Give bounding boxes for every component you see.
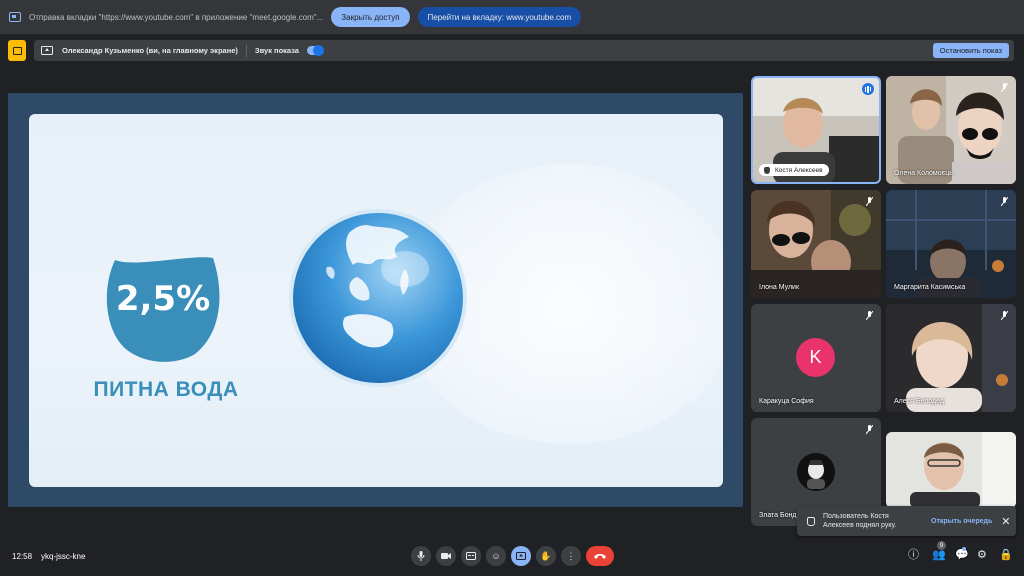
participant-tile[interactable]: Ілона Мулик (751, 190, 881, 298)
avatar (797, 453, 835, 491)
participant-tile[interactable]: Олена Коломоєць (886, 76, 1016, 184)
participant-video (886, 76, 1016, 184)
stop-presenting-button[interactable]: Остановить показ (932, 43, 1009, 58)
camera-button[interactable] (436, 546, 456, 566)
close-icon[interactable]: ✕ (1001, 515, 1010, 528)
participant-video (751, 190, 881, 298)
open-queue-link[interactable]: Открыть очередь (931, 518, 992, 525)
raised-hand-icon (764, 167, 770, 174)
raised-hand-icon (807, 516, 815, 526)
mic-off-icon (866, 197, 873, 206)
divider (245, 44, 247, 57)
mic-off-icon (1001, 197, 1008, 206)
slide-caption: ПИТНА ВОДА (93, 378, 239, 401)
participant-tile[interactable] (886, 432, 1016, 508)
chat-icon[interactable]: 💬 (955, 550, 969, 561)
emoji-icon: ☺ (491, 550, 501, 561)
present-now-button[interactable] (511, 546, 531, 566)
raised-hand-notification: Пользователь Костя Алексеев поднял руку.… (797, 506, 1016, 536)
participant-tile[interactable]: Костя Алексеев (751, 76, 881, 184)
participant-name: Костя Алексеев (775, 166, 823, 174)
raise-hand-button[interactable]: ✋ (536, 546, 556, 566)
meeting-details-icon[interactable]: ⓘ (908, 550, 919, 561)
more-vert-icon: ⋮ (566, 550, 576, 561)
go-to-tab-button[interactable]: Перейти на вкладку: www.youtube.com (417, 7, 582, 27)
participant-name: Каракуца София (759, 398, 814, 405)
presentation-stage: 2,5% ПИТНА ВОДА (8, 93, 743, 507)
participant-video (886, 432, 1016, 508)
sharing-message: Отправка вкладки "https://www.youtube.co… (29, 12, 324, 22)
present-screen-icon (41, 46, 53, 55)
captions-icon (466, 552, 476, 560)
percent-value: 2,5% (115, 279, 211, 319)
share-sound-toggle[interactable] (306, 45, 324, 56)
leave-call-button[interactable] (586, 546, 614, 566)
notification-text: Пользователь Костя Алексеев поднял руку. (823, 513, 897, 529)
mic-off-icon (866, 311, 873, 320)
more-options-button[interactable]: ⋮ (561, 546, 581, 566)
mic-off-icon (1001, 83, 1008, 92)
host-controls-icon[interactable]: 🔒 (999, 550, 1013, 561)
tab-share-icon (9, 12, 21, 22)
microphone-button[interactable] (411, 546, 431, 566)
current-time: 12:58 (12, 552, 33, 561)
participant-name: Ілона Мулик (759, 284, 800, 291)
people-icon[interactable]: 👥 (932, 550, 946, 561)
shared-slide: 2,5% ПИТНА ВОДА (29, 114, 723, 487)
mic-off-icon (866, 425, 873, 434)
participant-name: Олена Коломоєць (894, 170, 953, 177)
emoji-reactions-button[interactable]: ☺ (486, 546, 506, 566)
bottom-control-bar: 12:58 ykq-jssc-kne ☺ ✋ ⋮ ⓘ 9 👥 💬 ⚙ 🔒 (0, 540, 1024, 576)
notification-dot (962, 547, 966, 551)
meet-app-icon[interactable] (8, 40, 26, 61)
meeting-code: ykq-jssc-kne (41, 552, 86, 561)
participant-video (886, 190, 1016, 298)
hand-icon: ✋ (540, 550, 552, 561)
speaking-indicator-icon (862, 83, 874, 95)
captions-button[interactable] (461, 546, 481, 566)
mic-off-icon (1001, 311, 1008, 320)
avatar: K (796, 338, 835, 377)
camera-icon (441, 553, 451, 559)
microphone-icon (417, 551, 425, 561)
end-call-icon (594, 554, 606, 559)
presenter-label: Олександр Кузьменко (ви, на главному экр… (62, 46, 238, 55)
participant-tile[interactable]: Маргарита Касимська (886, 190, 1016, 298)
participant-name: Злата Бонд (759, 512, 797, 519)
activities-icon[interactable]: ⚙ (977, 550, 987, 561)
stop-access-button[interactable]: Закрыть доступ (331, 7, 410, 27)
participant-tile[interactable]: Алеся Белодед (886, 304, 1016, 412)
share-sound-label: Звук показа (254, 46, 299, 55)
participant-name: Маргарита Касимська (894, 284, 966, 291)
participant-tile[interactable]: K Каракуца София (751, 304, 881, 412)
present-screen-icon (516, 551, 526, 560)
participant-video (886, 304, 1016, 412)
raised-hand-chip: Костя Алексеев (759, 164, 829, 176)
globe-image (289, 209, 467, 387)
presenting-bar: Олександр Кузьменко (ви, на главному экр… (34, 40, 1014, 61)
tab-sharing-bar: Отправка вкладки "https://www.youtube.co… (0, 0, 1024, 34)
participant-name: Алеся Белодед (894, 398, 944, 405)
